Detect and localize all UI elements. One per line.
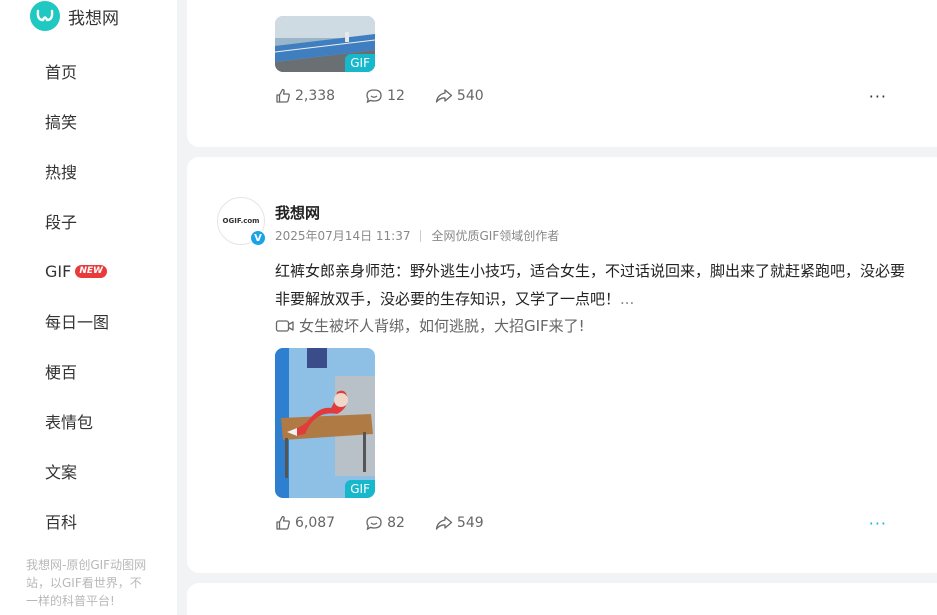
video-icon bbox=[275, 319, 294, 332]
sidebar-item-label: 文案 bbox=[45, 463, 78, 482]
sidebar-nav: 首页 搞笑 热搜 段子 GIF NEW 每日一图 梗百 表情包 文案 百科 bbox=[45, 46, 109, 546]
share-button[interactable]: 540 bbox=[435, 88, 484, 104]
sidebar-item-label: 梗百 bbox=[45, 363, 78, 382]
sidebar-item-daily-image[interactable]: 每日一图 bbox=[45, 296, 109, 346]
like-button[interactable]: 6,087 bbox=[275, 515, 335, 531]
share-count: 549 bbox=[456, 515, 484, 531]
comment-icon bbox=[366, 89, 382, 104]
video-link[interactable]: 女生被坏人背绑，如何逃脱，大招GIF来了! bbox=[275, 315, 585, 336]
gif-thumbnail[interactable]: GIF bbox=[275, 348, 375, 498]
sidebar-item-label: GIF bbox=[45, 261, 72, 281]
sidebar-item-home[interactable]: 首页 bbox=[45, 46, 109, 96]
comment-count: 12 bbox=[387, 88, 405, 104]
sidebar-item-gif[interactable]: GIF NEW bbox=[45, 246, 109, 296]
video-title: 女生被坏人背绑，如何逃脱，大招GIF来了! bbox=[299, 317, 585, 335]
post-actions: 2,338 12 540 ··· bbox=[275, 87, 887, 106]
site-logo[interactable]: 我想网 bbox=[30, 1, 119, 31]
gif-tag: GIF bbox=[345, 54, 375, 72]
sidebar-item-label: 段子 bbox=[45, 213, 78, 232]
comment-icon bbox=[366, 516, 382, 531]
avatar[interactable]: OGIF.com V bbox=[217, 197, 266, 246]
more-icon[interactable]: ··· bbox=[869, 514, 887, 533]
post-actions: 6,087 82 549 ··· bbox=[275, 514, 887, 533]
like-icon bbox=[276, 515, 290, 530]
author-description: 全网优质GIF领域创作者 bbox=[431, 229, 560, 243]
share-count: 540 bbox=[456, 88, 484, 104]
avatar-logo: OGIF.com bbox=[222, 217, 260, 225]
sidebar-item-label: 每日一图 bbox=[45, 313, 110, 332]
sidebar-item-label: 搞笑 bbox=[45, 113, 78, 132]
post-meta: 2025年07月14日 11:37 全网优质GIF领域创作者 bbox=[275, 227, 559, 244]
gif-tag: GIF bbox=[345, 480, 375, 498]
sidebar-item-label: 首页 bbox=[45, 63, 78, 82]
post-card: GIF 2,338 12 540 ··· bbox=[187, 0, 937, 147]
post-date: 2025年07月14日 11:37 bbox=[275, 229, 411, 243]
share-button[interactable]: 549 bbox=[435, 515, 484, 531]
logo-text: 我想网 bbox=[68, 8, 119, 29]
gif-image bbox=[275, 348, 375, 498]
post-card bbox=[187, 583, 937, 615]
post-text[interactable]: 红裤女郎亲身师范：野外逃生小技巧，适合女生，不过话说回来，脚出来了就赶紧跑吧，没… bbox=[275, 257, 905, 313]
share-icon bbox=[435, 516, 453, 530]
comment-count: 82 bbox=[387, 515, 405, 531]
expand-ellipsis[interactable]: ... bbox=[620, 290, 634, 308]
sidebar: 我想网 首页 搞笑 热搜 段子 GIF NEW 每日一图 梗百 表情包 文案 百科… bbox=[0, 0, 177, 615]
sidebar-item-meme-wiki[interactable]: 梗百 bbox=[45, 346, 109, 396]
gif-thumbnail[interactable]: GIF bbox=[275, 16, 375, 72]
comment-button[interactable]: 12 bbox=[365, 88, 405, 104]
share-icon bbox=[435, 89, 453, 103]
like-count: 2,338 bbox=[295, 88, 336, 104]
sidebar-item-trending[interactable]: 热搜 bbox=[45, 146, 109, 196]
sidebar-item-label: 表情包 bbox=[45, 413, 94, 432]
sidebar-item-label: 百科 bbox=[45, 513, 78, 532]
like-count: 6,087 bbox=[295, 515, 336, 531]
post-card: OGIF.com V 我想网 2025年07月14日 11:37 全网优质GIF… bbox=[187, 157, 937, 573]
new-badge: NEW bbox=[75, 264, 107, 278]
sidebar-item-encyclopedia[interactable]: 百科 bbox=[45, 496, 109, 546]
like-icon bbox=[276, 88, 290, 103]
verified-icon: V bbox=[250, 230, 266, 246]
sidebar-item-jokes[interactable]: 段子 bbox=[45, 196, 109, 246]
comment-button[interactable]: 82 bbox=[365, 515, 405, 531]
more-icon[interactable]: ··· bbox=[869, 87, 887, 106]
sidebar-item-funny[interactable]: 搞笑 bbox=[45, 96, 109, 146]
post-body: 红裤女郎亲身师范：野外逃生小技巧，适合女生，不过话说回来，脚出来了就赶紧跑吧，没… bbox=[275, 262, 906, 308]
sidebar-item-label: 热搜 bbox=[45, 163, 78, 182]
sidebar-item-stickers[interactable]: 表情包 bbox=[45, 396, 109, 446]
author-name[interactable]: 我想网 bbox=[275, 202, 320, 223]
meta-divider bbox=[420, 229, 422, 242]
sidebar-footer: 我想网-原创GIF动图网站，以GIF看世界，不一样的科普平台! bbox=[26, 558, 147, 608]
like-button[interactable]: 2,338 bbox=[275, 88, 335, 104]
sidebar-item-copywriting[interactable]: 文案 bbox=[45, 446, 109, 496]
logo-icon bbox=[30, 1, 60, 31]
